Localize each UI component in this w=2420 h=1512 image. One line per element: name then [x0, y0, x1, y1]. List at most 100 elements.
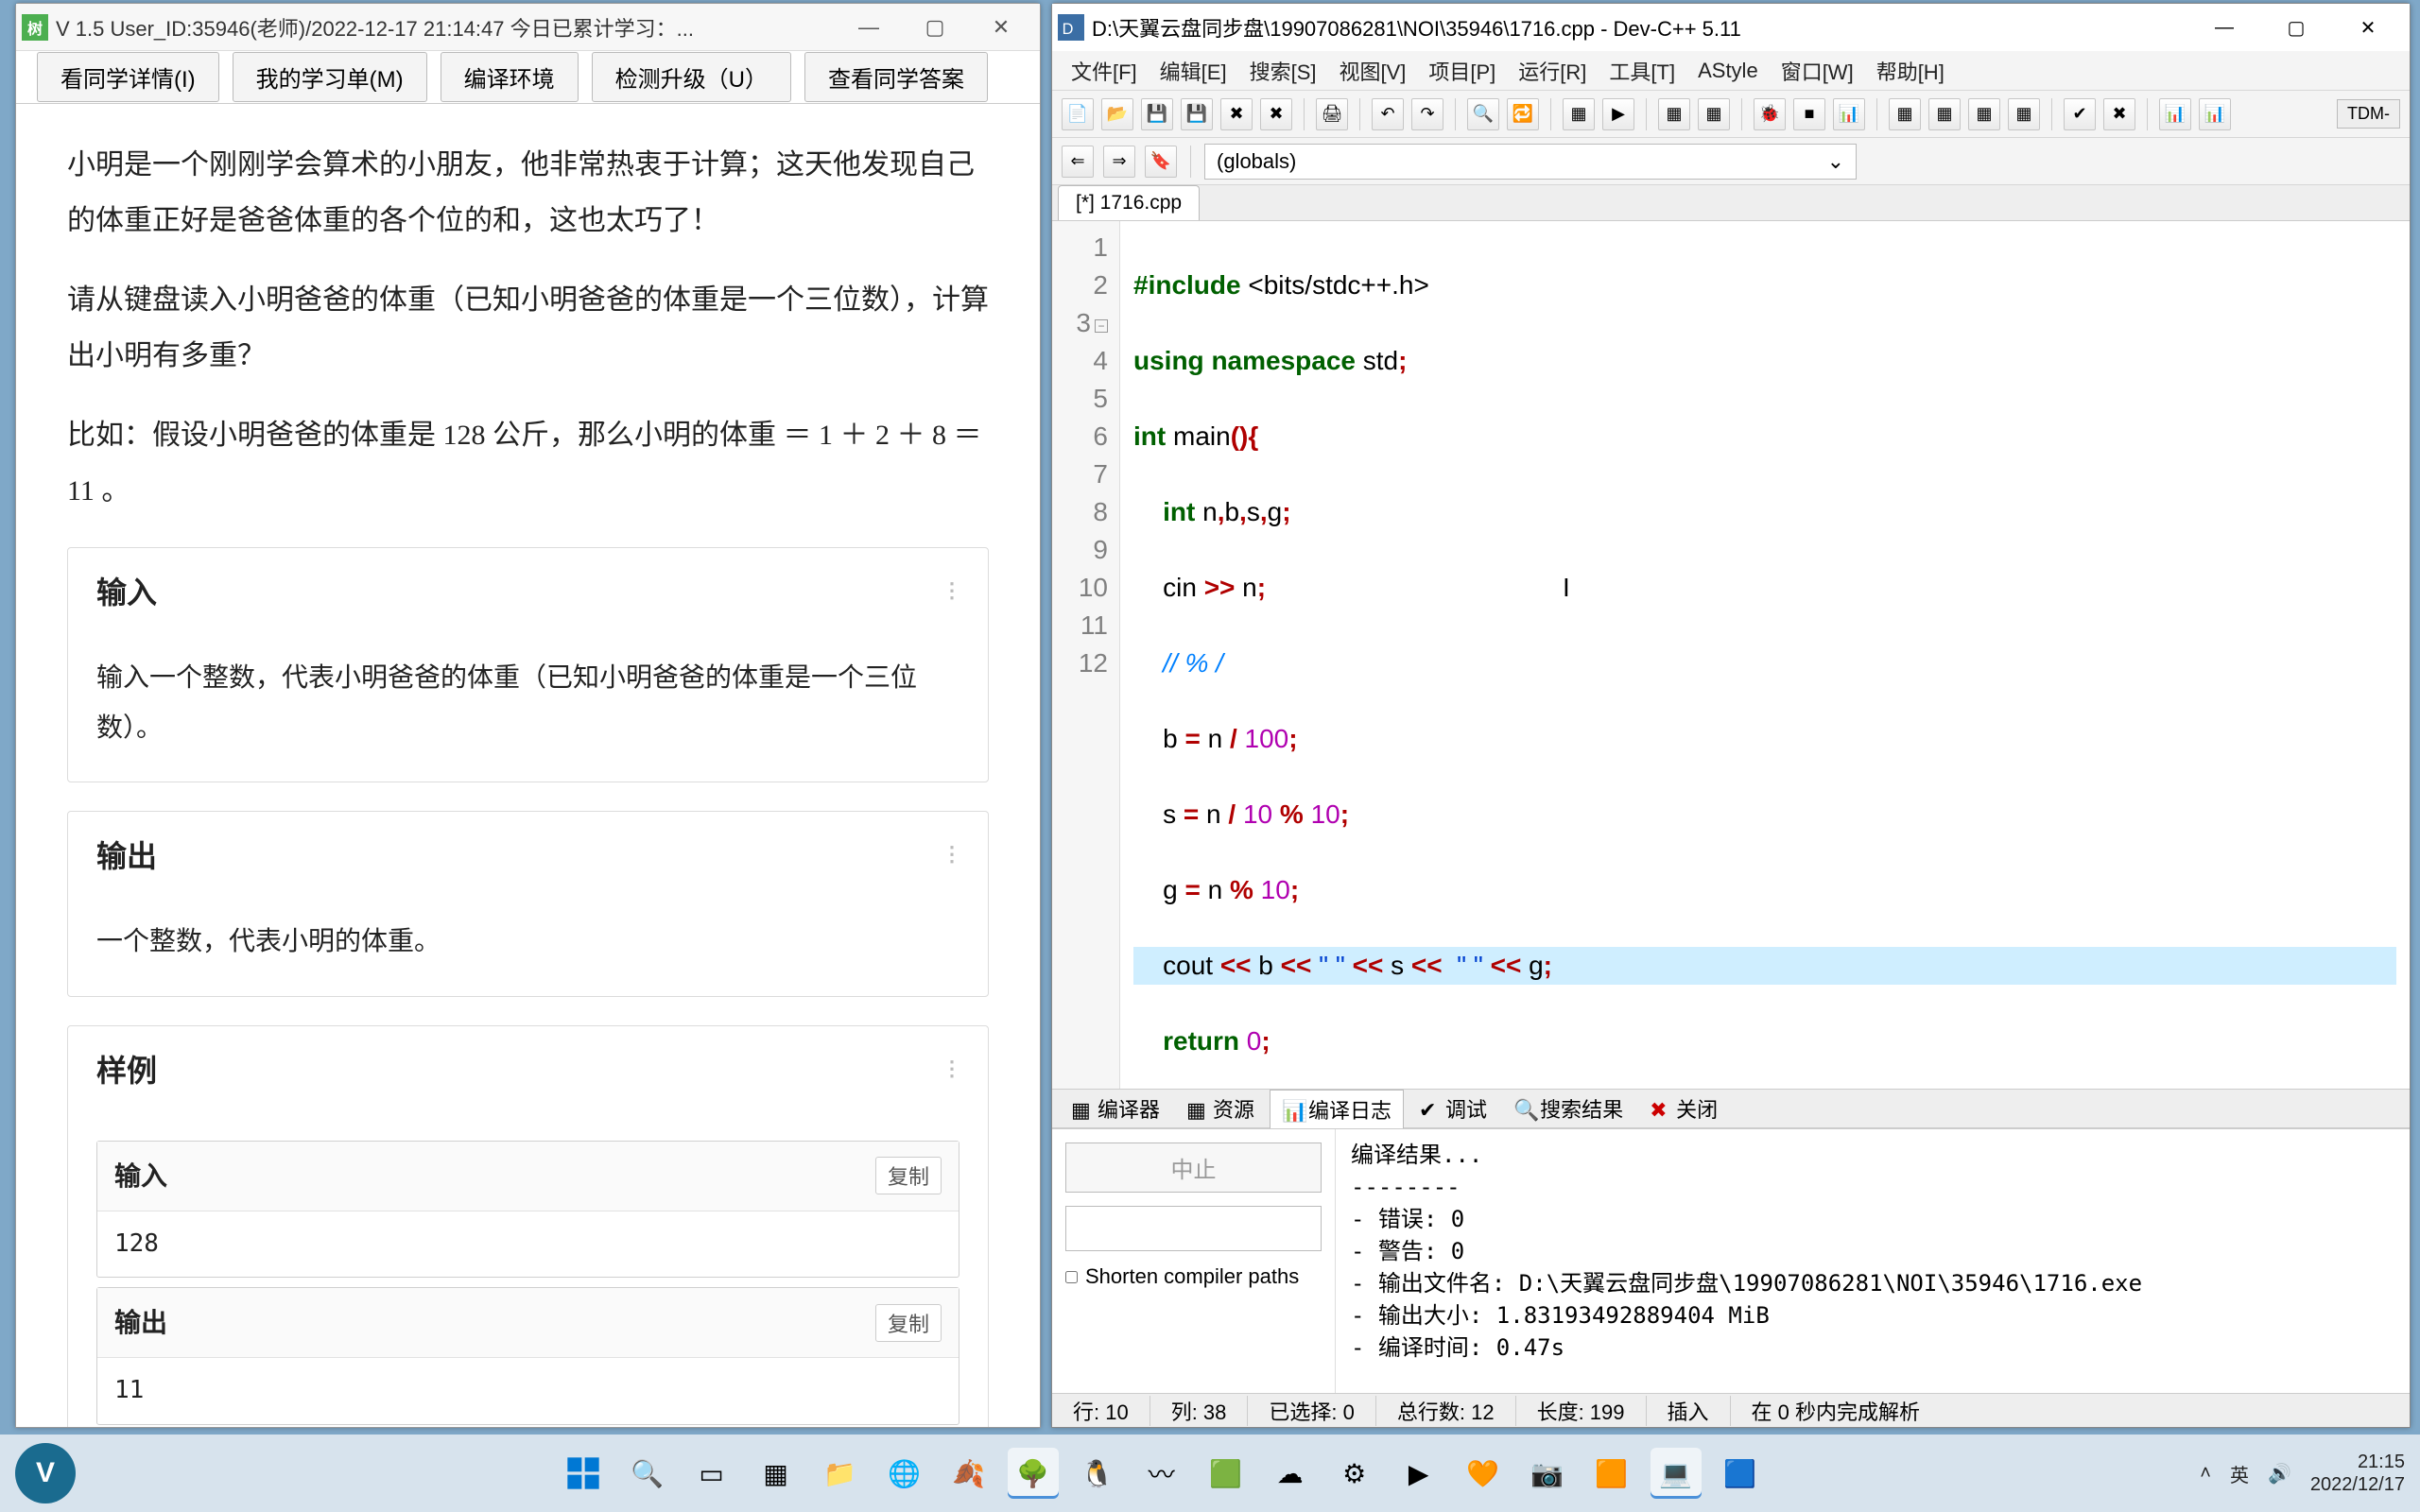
tab-compiler[interactable]: ▦编译器 [1060, 1090, 1171, 1127]
closeall-icon[interactable]: ✖ [1260, 98, 1292, 130]
taskview-icon[interactable]: ▭ [686, 1448, 737, 1499]
fold-icon[interactable]: − [1095, 319, 1108, 333]
tab-answers[interactable]: 查看同学答案 [804, 52, 988, 102]
rebuild-icon[interactable]: ▦ [1698, 98, 1730, 130]
wifi-icon[interactable]: 🔊 [2268, 1462, 2291, 1486]
grid3-icon[interactable]: ▦ [1968, 98, 2000, 130]
shorten-paths-checkbox[interactable]: Shorten compiler paths [1065, 1264, 1322, 1289]
chart-icon[interactable]: 📊 [2159, 98, 2191, 130]
clock[interactable]: 21:15 2022/12/17 [2310, 1451, 2405, 1496]
app10-icon[interactable]: 🟧 [1586, 1448, 1637, 1499]
menu-window[interactable]: 窗口[W] [1772, 52, 1863, 90]
compile-output[interactable]: 编译结果... -------- - 错误: 0 - 警告: 0 - 输出文件名… [1336, 1129, 2410, 1393]
maximize-button[interactable]: ▢ [2260, 5, 2332, 50]
menu-edit[interactable]: 编辑[E] [1150, 52, 1236, 90]
compiler-selector[interactable]: TDM- [2337, 99, 2400, 129]
new-icon[interactable]: 📄 [1062, 98, 1094, 130]
abort-button[interactable]: 中止 [1065, 1143, 1322, 1193]
section-menu-icon[interactable]: ⋮ [942, 842, 959, 867]
taskbar[interactable]: V 🔍 ▭ ▦ 📁 🌐 🍂 🌳 🐧 〰 🟩 ☁ ⚙ ▶ 🧡 📷 🟧 💻 🟦 ˄ … [0, 1435, 2420, 1512]
maximize-button[interactable]: ▢ [902, 5, 968, 50]
minimize-button[interactable]: — [836, 5, 902, 50]
close-button[interactable]: ✕ [968, 5, 1034, 50]
app3-icon[interactable]: 🐧 [1072, 1448, 1123, 1499]
titlebar-right[interactable]: D D:\天翼云盘同步盘\19907086281\NOI\35946\1716.… [1052, 4, 2410, 51]
titlebar-left[interactable]: 树 V 1.5 User_ID:35946(老师)/2022-12-17 21:… [16, 4, 1040, 51]
app1-icon[interactable]: 🍂 [943, 1448, 994, 1499]
tab-close[interactable]: ✖关闭 [1638, 1090, 1729, 1127]
app8-icon[interactable]: 🧡 [1458, 1448, 1509, 1499]
section-menu-icon[interactable]: ⋮ [942, 578, 959, 603]
redo-icon[interactable]: ↷ [1411, 98, 1443, 130]
profile-icon[interactable]: 📊 [1833, 98, 1865, 130]
tab-debug[interactable]: ✔调试 [1408, 1090, 1498, 1127]
back-icon[interactable]: ⇐ [1062, 146, 1094, 178]
close-button[interactable]: ✕ [2332, 5, 2404, 50]
menu-run[interactable]: 运行[R] [1509, 52, 1596, 90]
debug-icon[interactable]: 🐞 [1754, 98, 1786, 130]
devcpp-taskbar-icon[interactable]: 💻 [1651, 1448, 1702, 1499]
open-icon[interactable]: 📂 [1101, 98, 1133, 130]
problem-content[interactable]: 小明是一个刚刚学会算术的小朋友，他非常热衷于计算；这天他发现自己的体重正好是爸爸… [16, 110, 1040, 1427]
settings-icon[interactable]: ⚙ [1329, 1448, 1380, 1499]
close-file-icon[interactable]: ✖ [1220, 98, 1253, 130]
copy-input-button[interactable]: 复制 [875, 1157, 942, 1194]
check-icon[interactable]: ✔ [2064, 98, 2096, 130]
grid-icon[interactable]: ▦ [1889, 98, 1921, 130]
section-menu-icon[interactable]: ⋮ [942, 1057, 959, 1081]
code-area[interactable]: #include <bits/stdc++.h> using namespace… [1120, 221, 2410, 1089]
systray[interactable]: ˄ 英 🔊 21:15 2022/12/17 [2200, 1451, 2405, 1496]
app4-icon[interactable]: 〰 [1136, 1448, 1187, 1499]
menu-search[interactable]: 搜索[S] [1240, 52, 1326, 90]
grid2-icon[interactable]: ▦ [1928, 98, 1961, 130]
x-icon[interactable]: ✖ [2103, 98, 2135, 130]
tab-update[interactable]: 检测升级（U） [592, 52, 791, 102]
menu-astyle[interactable]: AStyle [1688, 55, 1768, 87]
menu-project[interactable]: 项目[P] [1419, 52, 1505, 90]
widgets-icon[interactable]: ▦ [751, 1448, 802, 1499]
find-icon[interactable]: 🔍 [1467, 98, 1499, 130]
editor[interactable]: 1 2 3− 4 5 6 7 8 9 10 11 12 #include <bi… [1052, 221, 2410, 1089]
vm-badge[interactable]: V [15, 1443, 76, 1503]
stop-icon[interactable]: ■ [1793, 98, 1825, 130]
globals-dropdown[interactable]: (globals)⌄ [1204, 144, 1857, 180]
compile-icon[interactable]: ▦ [1563, 98, 1595, 130]
tab-1716[interactable]: [*] 1716.cpp [1058, 185, 1200, 220]
path-field[interactable] [1065, 1206, 1322, 1251]
start-icon[interactable] [558, 1448, 609, 1499]
saveall-icon[interactable]: 💾 [1181, 98, 1213, 130]
fwd-icon[interactable]: ⇒ [1103, 146, 1135, 178]
compile-run-icon[interactable]: ▦ [1658, 98, 1690, 130]
save-icon[interactable]: 💾 [1141, 98, 1173, 130]
edge-icon[interactable]: 🌐 [879, 1448, 930, 1499]
tab-compile-log[interactable]: 📊编译日志 [1270, 1090, 1404, 1128]
ime-icon[interactable]: 英 [2230, 1460, 2249, 1487]
undo-icon[interactable]: ↶ [1372, 98, 1404, 130]
menu-tools[interactable]: 工具[T] [1599, 52, 1685, 90]
tab-details[interactable]: 看同学详情(I) [37, 52, 219, 102]
menu-help[interactable]: 帮助[H] [1867, 52, 1954, 90]
tray-chevron-icon[interactable]: ˄ [2200, 1463, 2211, 1485]
explorer-icon[interactable]: 📁 [815, 1448, 866, 1499]
copy-output-button[interactable]: 复制 [875, 1304, 942, 1342]
app7-icon[interactable]: ▶ [1393, 1448, 1444, 1499]
tab-find-results[interactable]: 🔍搜索结果 [1502, 1090, 1634, 1127]
menu-view[interactable]: 视图[V] [1329, 52, 1415, 90]
print-icon[interactable]: 🖨 [1316, 98, 1348, 130]
app5-icon[interactable]: 🟩 [1201, 1448, 1252, 1499]
replace-icon[interactable]: 🔁 [1507, 98, 1539, 130]
app11-icon[interactable]: 🟦 [1715, 1448, 1766, 1499]
bookmark-icon[interactable]: 🔖 [1145, 146, 1177, 178]
app2-icon[interactable]: 🌳 [1008, 1448, 1059, 1499]
search-icon[interactable]: 🔍 [622, 1448, 673, 1499]
run-icon[interactable]: ▶ [1602, 98, 1634, 130]
app6-icon[interactable]: ☁ [1265, 1448, 1316, 1499]
grid4-icon[interactable]: ▦ [2008, 98, 2040, 130]
tab-resources[interactable]: ▦资源 [1175, 1090, 1266, 1127]
tab-mylist[interactable]: 我的学习单(M) [233, 52, 427, 102]
menu-file[interactable]: 文件[F] [1062, 52, 1147, 90]
app9-icon[interactable]: 📷 [1522, 1448, 1573, 1499]
minimize-button[interactable]: — [2188, 5, 2260, 50]
chart2-icon[interactable]: 📊 [2199, 98, 2231, 130]
tab-env[interactable]: 编译环境 [441, 52, 579, 102]
